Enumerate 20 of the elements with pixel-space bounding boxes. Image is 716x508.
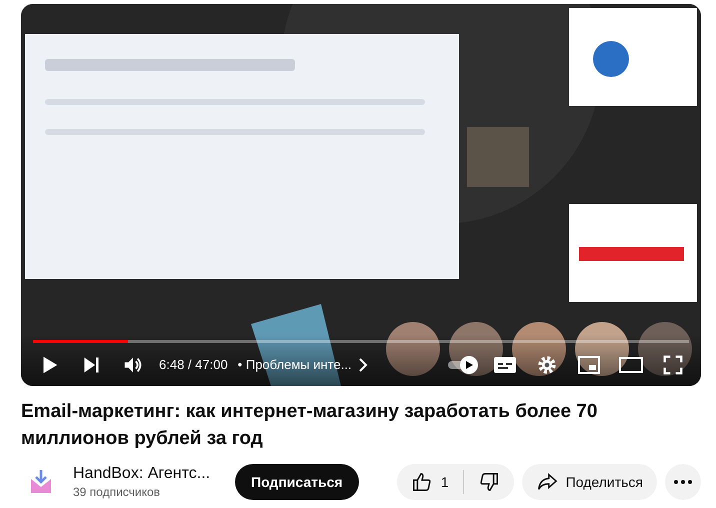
thumbs-up-icon bbox=[410, 471, 433, 493]
chapter-button[interactable]: • Проблемы инте... bbox=[238, 357, 368, 372]
fullscreen-icon bbox=[662, 354, 684, 376]
miniplayer-icon bbox=[577, 354, 601, 374]
progress-bar[interactable] bbox=[33, 340, 689, 343]
theater-mode-icon bbox=[618, 356, 644, 374]
channel-name[interactable]: HandBox: Агентс... bbox=[73, 465, 231, 483]
settings-icon bbox=[536, 354, 558, 376]
time-display: 6:48 / 47:00 bbox=[159, 357, 228, 372]
more-icon bbox=[674, 480, 692, 484]
subtitles-icon bbox=[493, 354, 517, 374]
chevron-right-icon bbox=[358, 358, 368, 372]
subscribe-button[interactable]: Подписаться bbox=[235, 464, 359, 500]
autoplay-icon bbox=[447, 354, 479, 374]
share-button[interactable]: Поделиться bbox=[522, 464, 657, 500]
video-title: Email-маркетинг: как интернет-магазину заработать более 70 миллионов рублей за год bbox=[21, 400, 598, 451]
subscriber-count: 39 подписчиков bbox=[73, 485, 162, 499]
more-button[interactable] bbox=[665, 464, 701, 500]
video-player[interactable]: 6:48 / 47:00 • Проблемы инте... bbox=[21, 4, 701, 386]
thumbs-down-icon bbox=[478, 471, 500, 493]
